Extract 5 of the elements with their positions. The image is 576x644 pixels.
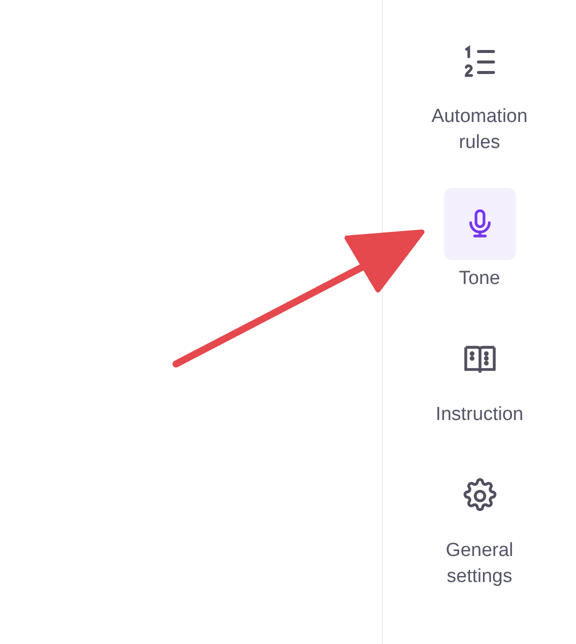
nav-label[interactable]: Tone <box>414 266 544 292</box>
nav-label[interactable]: Automation rules <box>414 104 544 156</box>
nav-label[interactable]: Instruction <box>414 402 544 428</box>
selected-nav-item[interactable] <box>444 188 516 260</box>
nav-label[interactable]: General settings <box>414 538 544 590</box>
